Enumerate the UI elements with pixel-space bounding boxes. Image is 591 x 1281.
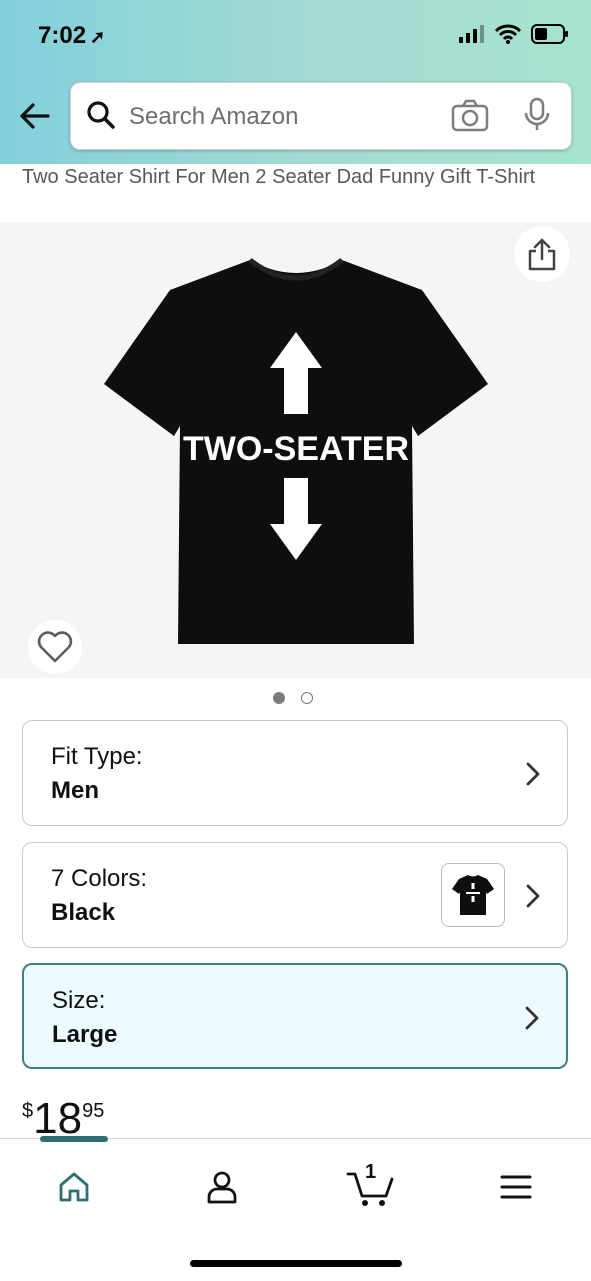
product-image[interactable]: TWO-SEATER — [100, 256, 492, 648]
battery-icon — [531, 24, 568, 44]
color-selector[interactable]: 7 Colors: Black — [22, 842, 568, 948]
home-indicator — [190, 1260, 402, 1267]
home-icon — [59, 1172, 89, 1202]
chevron-right-icon — [526, 884, 540, 908]
price: $1895 — [22, 1094, 104, 1140]
size-label: Size: — [52, 987, 106, 1014]
shirt-thumbnail-icon — [452, 875, 494, 915]
nav-home-button[interactable] — [50, 1163, 98, 1211]
share-icon — [528, 238, 556, 271]
search-icon — [87, 101, 115, 129]
fit-type-label: Fit Type: — [51, 743, 143, 770]
heart-icon — [37, 631, 73, 663]
price-currency: $ — [22, 1100, 34, 1122]
status-time: 7:02 ➚ — [38, 22, 106, 49]
nav-cart-button[interactable]: 1 — [344, 1161, 398, 1211]
app-header: 7:02 ➚ Search Amazon — [0, 0, 591, 164]
price-whole: 18 — [33, 1094, 83, 1140]
pagination-dot-1[interactable] — [273, 692, 285, 704]
wishlist-button[interactable] — [28, 620, 82, 674]
color-swatch-thumbnail[interactable] — [441, 863, 505, 927]
search-input[interactable]: Search Amazon — [129, 103, 298, 131]
status-icons — [459, 24, 569, 44]
color-count-label: 7 Colors: — [51, 865, 148, 892]
active-tab-indicator — [40, 1136, 108, 1142]
location-arrow-icon: ➚ — [90, 27, 106, 47]
search-bar[interactable]: Search Amazon — [70, 82, 572, 150]
product-title[interactable]: Two Seater Shirt For Men 2 Seater Dad Fu… — [22, 162, 562, 193]
menu-icon — [500, 1175, 532, 1199]
nav-menu-button[interactable] — [492, 1163, 540, 1211]
chevron-right-icon — [525, 1006, 539, 1030]
shirt-print-text: TWO-SEATER — [183, 430, 409, 468]
account-icon — [207, 1171, 237, 1204]
back-arrow-icon[interactable] — [18, 99, 52, 133]
fit-type-selector[interactable]: Fit Type: Men — [22, 720, 568, 826]
image-pagination-dots — [273, 692, 313, 704]
wifi-icon — [495, 24, 521, 44]
camera-icon[interactable] — [451, 97, 489, 133]
fit-type-value: Men — [51, 777, 99, 804]
chevron-right-icon — [526, 762, 540, 786]
size-value: Large — [52, 1021, 118, 1048]
nav-account-button[interactable] — [198, 1163, 246, 1211]
size-selector[interactable]: Size: Large — [22, 963, 568, 1069]
color-value: Black — [51, 899, 116, 926]
pagination-dot-2[interactable] — [301, 692, 313, 704]
cart-count: 1 — [365, 1161, 377, 1183]
cellular-signal-icon — [459, 25, 484, 43]
microphone-icon[interactable] — [523, 97, 551, 133]
share-button[interactable] — [514, 226, 570, 282]
price-fraction: 95 — [82, 1100, 105, 1122]
